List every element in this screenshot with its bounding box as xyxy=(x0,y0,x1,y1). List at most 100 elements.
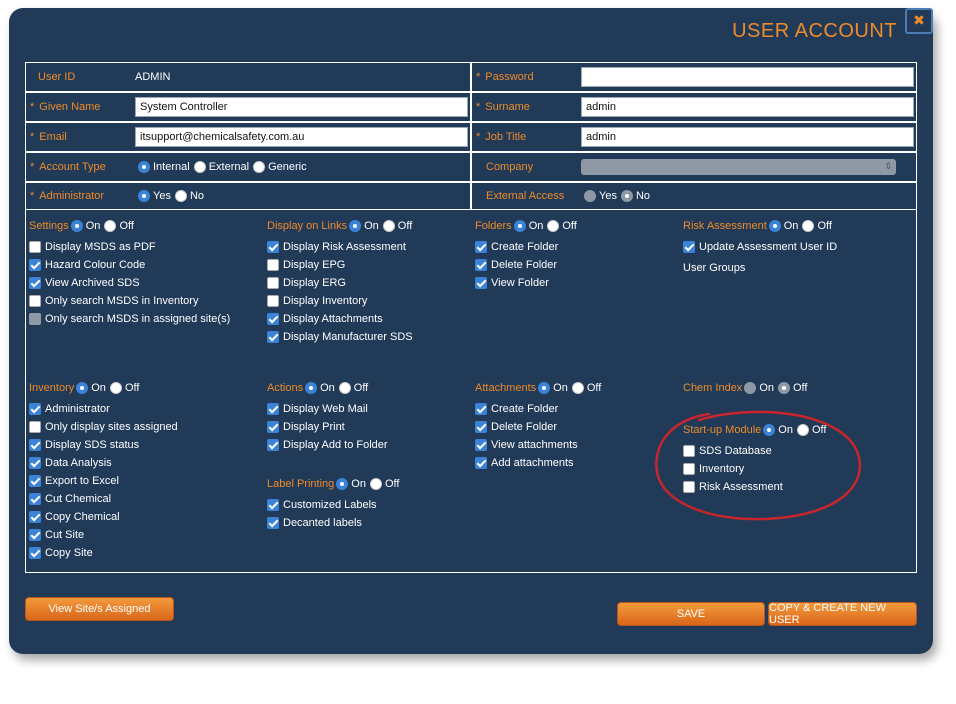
settings-header: Settings On Off xyxy=(29,218,230,234)
attachments-on-label: On xyxy=(553,382,568,394)
checkbox[interactable] xyxy=(267,499,279,511)
checkbox[interactable] xyxy=(29,493,41,505)
checkbox[interactable] xyxy=(29,241,41,253)
surname-input[interactable]: admin xyxy=(581,97,914,117)
checkbox[interactable] xyxy=(267,331,279,343)
account-type-external-radio[interactable] xyxy=(193,161,206,173)
checkbox[interactable] xyxy=(475,277,487,289)
settings-on-radio[interactable] xyxy=(70,220,83,232)
inventory-off-radio[interactable] xyxy=(109,382,122,394)
checkbox[interactable] xyxy=(29,529,41,541)
checkbox[interactable] xyxy=(267,241,279,253)
checkbox[interactable] xyxy=(29,457,41,469)
risk-assessment-section: Risk Assessment On Off Update Assessment… xyxy=(683,218,837,274)
administrator-yes-radio[interactable] xyxy=(138,190,150,202)
checkbox[interactable] xyxy=(267,517,279,529)
email-row: * Email itsupport@chemicalsafety.com.au xyxy=(25,122,471,152)
attachments-off-radio[interactable] xyxy=(571,382,584,394)
label-printing-item: Decanted labels xyxy=(267,514,403,532)
password-input[interactable] xyxy=(581,67,914,87)
user-id-value: ADMIN xyxy=(135,71,171,83)
checkbox-label: Display EPG xyxy=(283,259,346,271)
label-printing-off-radio[interactable] xyxy=(369,478,382,490)
attachments-item: Add attachments xyxy=(475,454,605,472)
settings-off-radio[interactable] xyxy=(104,220,117,232)
checkbox[interactable] xyxy=(267,403,279,415)
risk-assessment-off-radio[interactable] xyxy=(802,220,815,232)
copy-create-new-user-button[interactable]: COPY & CREATE NEW USER xyxy=(768,602,917,626)
checkbox[interactable] xyxy=(267,277,279,289)
checkbox[interactable] xyxy=(267,439,279,451)
folders-on-radio[interactable] xyxy=(513,220,526,232)
checkbox[interactable] xyxy=(29,421,41,433)
checkbox[interactable] xyxy=(475,457,487,469)
folders-items: Create Folder Delete Folder View Folder xyxy=(475,238,581,292)
checkbox[interactable] xyxy=(29,511,41,523)
checkbox[interactable] xyxy=(29,547,41,559)
checkbox[interactable] xyxy=(29,439,41,451)
folders-title: Folders xyxy=(475,220,512,232)
inventory-item: Administrator xyxy=(29,400,178,418)
save-button[interactable]: SAVE xyxy=(617,602,765,626)
checkbox[interactable] xyxy=(267,421,279,433)
display-links-title: Display on Links xyxy=(267,220,348,232)
checkbox-label: View Folder xyxy=(491,277,549,289)
inventory-on-radio[interactable] xyxy=(76,382,89,394)
checkbox[interactable] xyxy=(29,277,41,289)
risk-assessment-on-radio[interactable] xyxy=(768,220,781,232)
company-select[interactable]: ⇕ xyxy=(581,159,896,175)
view-sites-assigned-button[interactable]: View Site/s Assigned xyxy=(25,597,174,621)
checkbox[interactable] xyxy=(267,313,279,325)
checkbox[interactable] xyxy=(683,241,695,253)
label-printing-title: Label Printing xyxy=(267,478,335,490)
account-type-generic-radio[interactable] xyxy=(253,161,266,173)
display-links-item: Display Risk Assessment xyxy=(267,238,416,256)
settings-section: Settings On Off Display MSDS as PDF Haza… xyxy=(29,218,230,328)
email-input[interactable]: itsupport@chemicalsafety.com.au xyxy=(135,127,468,147)
risk-assessment-on-label: On xyxy=(783,220,799,232)
administrator-no-radio[interactable] xyxy=(174,190,187,202)
checkbox[interactable] xyxy=(29,259,41,271)
account-type-internal-radio[interactable] xyxy=(138,161,150,173)
close-icon[interactable]: ✖ xyxy=(905,8,933,34)
checkbox-label: Copy Chemical xyxy=(45,511,120,523)
external-access-row: External Access Yes No xyxy=(471,182,917,210)
checkbox-label: Only display sites assigned xyxy=(45,421,178,433)
attachments-on-radio[interactable] xyxy=(538,382,551,394)
checkbox[interactable] xyxy=(475,403,487,415)
checkbox-label: Only search MSDS in Inventory xyxy=(45,295,199,307)
checkbox[interactable] xyxy=(475,439,487,451)
checkbox[interactable] xyxy=(29,313,41,325)
actions-on-radio[interactable] xyxy=(305,382,318,394)
display-links-off-radio[interactable] xyxy=(382,220,395,232)
checkbox-label: Display Web Mail xyxy=(283,403,368,415)
checkbox[interactable] xyxy=(475,241,487,253)
checkbox[interactable] xyxy=(29,295,41,307)
external-access-yes-radio[interactable] xyxy=(584,190,596,202)
administrator-row: * Administrator Yes No xyxy=(25,182,471,210)
checkbox-label: Delete Folder xyxy=(491,421,558,433)
label-printing-on-radio[interactable] xyxy=(336,478,349,490)
checkbox[interactable] xyxy=(29,403,41,415)
checkbox[interactable] xyxy=(267,259,279,271)
attachments-item: Create Folder xyxy=(475,400,605,418)
chem-index-off-radio[interactable] xyxy=(778,382,790,394)
inventory-on-label: On xyxy=(91,382,106,394)
checkbox[interactable] xyxy=(267,295,279,307)
checkbox[interactable] xyxy=(29,475,41,487)
external-access-no-radio[interactable] xyxy=(620,190,633,202)
actions-off-radio[interactable] xyxy=(338,382,351,394)
folders-off-radio[interactable] xyxy=(547,220,560,232)
checkbox[interactable] xyxy=(475,421,487,433)
select-arrows-icon: ⇕ xyxy=(884,162,892,172)
risk-assessment-items: Update Assessment User ID User Groups xyxy=(683,238,837,274)
job-title-input[interactable]: admin xyxy=(581,127,914,147)
required-mark: * xyxy=(30,101,35,113)
chem-index-on-radio[interactable] xyxy=(744,382,757,394)
user-account-dialog: USER ACCOUNT ✖ User ID ADMIN * Password *… xyxy=(9,8,933,654)
administrator-yes-label: Yes xyxy=(153,190,171,202)
account-type-row: * Account Type Internal External Generic xyxy=(25,152,471,182)
given-name-input[interactable]: System Controller xyxy=(135,97,468,117)
checkbox[interactable] xyxy=(475,259,487,271)
display-links-on-radio[interactable] xyxy=(349,220,362,232)
